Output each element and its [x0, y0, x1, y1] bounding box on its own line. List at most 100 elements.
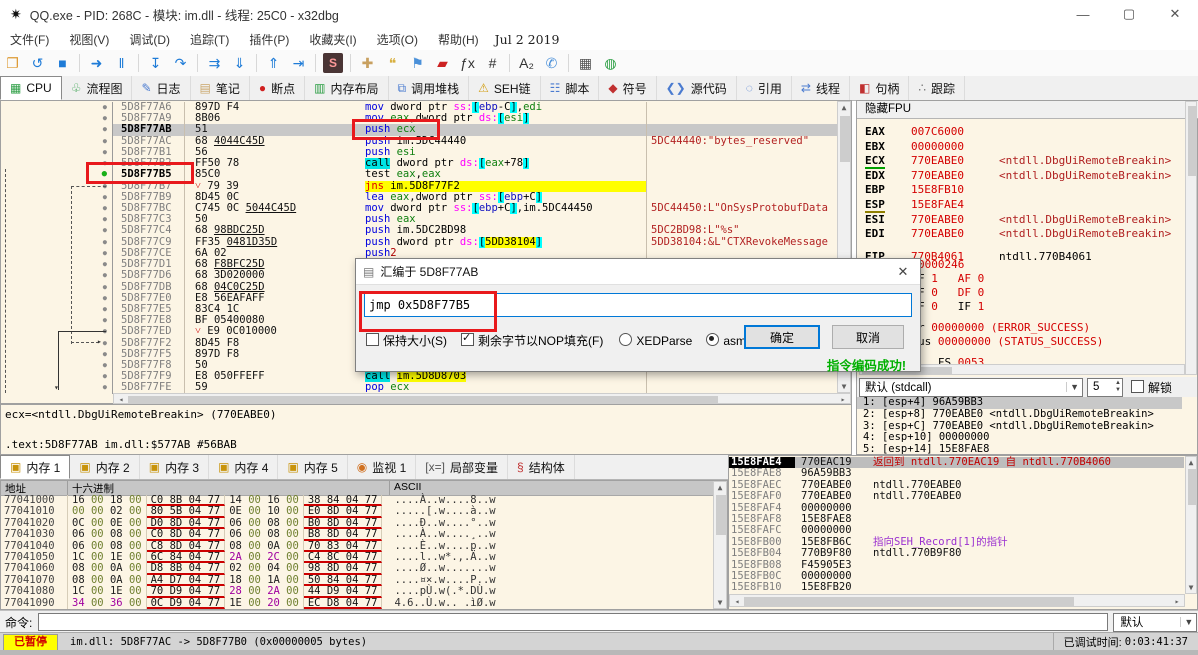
- unlock-checkbox[interactable]: [1131, 379, 1144, 393]
- pause-icon[interactable]: ‖: [109, 52, 134, 74]
- globe-icon[interactable]: ◍: [598, 52, 623, 74]
- register-row[interactable]: ECX 770EABE0 <ntdll.DbgUiRemoteBreakin>: [857, 154, 1182, 170]
- tab-线程[interactable]: ⇄ 线程: [792, 76, 850, 100]
- dump-tab-结构体[interactable]: § 结构体: [508, 455, 575, 479]
- minimize-button[interactable]: —: [1060, 0, 1106, 28]
- menu-item-1[interactable]: 视图(V): [59, 29, 119, 50]
- stack-row[interactable]: 15E8FB0C 00000000: [729, 570, 1184, 582]
- bookmark-icon[interactable]: ▰: [430, 52, 455, 74]
- attach-icon[interactable]: ✆: [539, 52, 564, 74]
- ok-button[interactable]: 确定: [744, 325, 820, 349]
- dump-tab-监视 1[interactable]: ◉ 监视 1: [348, 455, 417, 479]
- dump-tab-内存 3[interactable]: ▣ 内存 3: [140, 455, 210, 479]
- breakpoint-dot-icon[interactable]: ●: [1, 169, 113, 181]
- menu-item-7[interactable]: 帮助(H): [428, 29, 489, 50]
- calculator-icon[interactable]: ▦: [573, 52, 598, 74]
- row-dot-icon[interactable]: ●: [1, 158, 113, 170]
- stack-vertical-scrollbar[interactable]: ▲ ▼: [1185, 456, 1197, 594]
- stop-icon[interactable]: ■: [50, 52, 75, 74]
- label-icon[interactable]: ⚑: [405, 52, 430, 74]
- tab-源代码[interactable]: ❮❯ 源代码: [657, 76, 737, 100]
- command-input[interactable]: [38, 613, 1109, 631]
- registers-vertical-scrollbar[interactable]: [1185, 101, 1197, 375]
- keep-size-checkbox[interactable]: 保持大小(S): [366, 332, 447, 349]
- assembly-instruction-input[interactable]: [364, 293, 912, 317]
- menu-item-5[interactable]: 收藏夹(I): [299, 29, 366, 50]
- stack-row[interactable]: 15E8FB08 F45905E3: [729, 559, 1184, 571]
- tab-流程图[interactable]: ♧ 流程图: [62, 76, 133, 100]
- dump-row[interactable]: 77041090 34 00 36 00 0C D9 04 77 1E 00 20 0…: [1, 597, 705, 609]
- row-dot-icon[interactable]: ●: [1, 102, 113, 114]
- nop-fill-checkbox[interactable]: 剩余字节以NOP填充(F): [461, 331, 603, 349]
- row-dot-icon[interactable]: ●: [1, 124, 113, 136]
- register-row[interactable]: ESP 15E8FAE4: [857, 197, 1182, 213]
- menu-item-6[interactable]: 选项(O): [367, 29, 428, 50]
- tab-断点[interactable]: ● 断点: [250, 76, 306, 100]
- tab-日志[interactable]: ✎ 日志: [132, 76, 191, 100]
- tab-句柄[interactable]: ◧ 句柄: [850, 76, 910, 100]
- stack-row[interactable]: 15E8FB10 15E8FB20: [729, 581, 1184, 593]
- disasm-row[interactable]: ● 5D8F77AB 51 push ecx: [1, 124, 837, 136]
- calling-convention-select[interactable]: 默认 (stdcall) ▼: [859, 377, 1083, 397]
- hide-fpu-button[interactable]: 隐藏FPU: [857, 101, 1198, 119]
- comment-icon[interactable]: ❝: [380, 52, 405, 74]
- tab-符号[interactable]: ◆ 符号: [599, 76, 657, 100]
- register-row[interactable]: EDI 770EABE0 <ntdll.DbgUiRemoteBreakin>: [857, 227, 1182, 242]
- font-icon[interactable]: A₂: [514, 52, 539, 74]
- step-over-icon[interactable]: ↷: [168, 52, 193, 74]
- register-row[interactable]: EDX 770EABE0 <ntdll.DbgUiRemoteBreakin>: [857, 169, 1182, 184]
- dump-tab-内存 5[interactable]: ▣ 内存 5: [278, 455, 348, 479]
- stack-row[interactable]: 15E8FB04 770B9F80 ntdll.770B9F80: [729, 547, 1184, 559]
- step-out-icon[interactable]: ⇑: [261, 52, 286, 74]
- run-icon[interactable]: ➜: [84, 52, 109, 74]
- patch-icon[interactable]: ✚: [355, 52, 380, 74]
- run-to-user-code-icon[interactable]: ⇥: [286, 52, 311, 74]
- run-to-cursor-icon[interactable]: ⇉: [202, 52, 227, 74]
- row-dot-icon[interactable]: ●: [1, 135, 113, 147]
- menu-item-0[interactable]: 文件(F): [0, 29, 59, 50]
- tab-跟踪[interactable]: ∴ 跟踪: [909, 76, 965, 100]
- dump-tab-内存 2[interactable]: ▣ 内存 2: [70, 455, 140, 479]
- disasm-row[interactable]: ● 5D8F77FE 59 pop ecx: [1, 382, 837, 394]
- stack-row[interactable]: 15E8FAE4 770EAC19 返回到 ntdll.770EAC19 自 ntd…: [729, 456, 1184, 469]
- argument-count-spinner[interactable]: 5 ▲ ▼: [1087, 377, 1123, 397]
- restart-icon[interactable]: ↺: [25, 52, 50, 74]
- dump-tab-局部变量[interactable]: [x=] 局部变量: [416, 455, 508, 479]
- disasm-row[interactable]: ● 5D8F77B5 85C0 test eax,eax: [1, 169, 837, 181]
- dialog-close-icon[interactable]: ✕: [886, 264, 920, 280]
- row-dot-icon[interactable]: ●: [1, 146, 113, 159]
- maximize-button[interactable]: ▢: [1106, 0, 1152, 28]
- xedparse-radio[interactable]: XEDParse: [619, 332, 692, 348]
- step-into-icon[interactable]: ↧: [143, 52, 168, 74]
- dump-tab-内存 1[interactable]: ▣ 内存 1: [0, 455, 71, 479]
- stack-row[interactable]: 15E8FAF0 770EABE0 ntdll.770EABE0: [729, 490, 1184, 502]
- command-profile-select[interactable]: 默认 ▼: [1113, 612, 1198, 632]
- tab-引用[interactable]: ◌ 引用: [737, 76, 792, 100]
- execute-till-return-icon[interactable]: ⇓: [227, 52, 252, 74]
- tab-调用堆栈[interactable]: ⧉ 调用堆栈: [389, 76, 470, 100]
- menu-item-4[interactable]: 插件(P): [239, 29, 299, 50]
- tab-内存布局[interactable]: ▥ 内存布局: [305, 76, 389, 100]
- disasm-row[interactable]: ● 5D8F77C4 68 98BDC25D push im.5DC2BD98 5DC2…: [1, 225, 837, 237]
- cancel-button[interactable]: 取消: [832, 325, 904, 349]
- open-file-icon[interactable]: ❐: [0, 52, 25, 74]
- register-row[interactable]: EBP 15E8FB10: [857, 183, 1182, 198]
- register-row[interactable]: EAX 007C6000: [857, 125, 1182, 140]
- disasm-horizontal-scrollbar[interactable]: ◂ ▸: [113, 393, 851, 404]
- row-dot-icon[interactable]: ●: [1, 113, 113, 125]
- dump-tab-内存 4[interactable]: ▣ 内存 4: [209, 455, 279, 479]
- menu-item-2[interactable]: 调试(D): [119, 29, 180, 50]
- stack-horizontal-scrollbar[interactable]: ◂ ▸: [729, 594, 1185, 607]
- function-icon[interactable]: ƒx: [455, 52, 480, 74]
- register-row[interactable]: EBX 00000000: [857, 140, 1182, 155]
- scylla-icon[interactable]: S: [323, 53, 343, 73]
- tab-脚本[interactable]: ☷ 脚本: [541, 76, 600, 100]
- close-button[interactable]: ✕: [1152, 0, 1198, 28]
- register-row[interactable]: ESI 770EABE0 <ntdll.DbgUiRemoteBreakin>: [857, 213, 1182, 228]
- tab-笔记[interactable]: ▤ 笔记: [191, 76, 250, 100]
- stack-row[interactable]: 15E8FAF4 00000000: [729, 502, 1184, 514]
- menu-item-3[interactable]: 追踪(T): [180, 29, 239, 50]
- tab-CPU[interactable]: ▦ CPU: [0, 76, 62, 100]
- dump-vertical-scrollbar[interactable]: ▲ ▼: [713, 481, 727, 609]
- tab-SEH链[interactable]: ⚠ SEH链: [469, 76, 541, 100]
